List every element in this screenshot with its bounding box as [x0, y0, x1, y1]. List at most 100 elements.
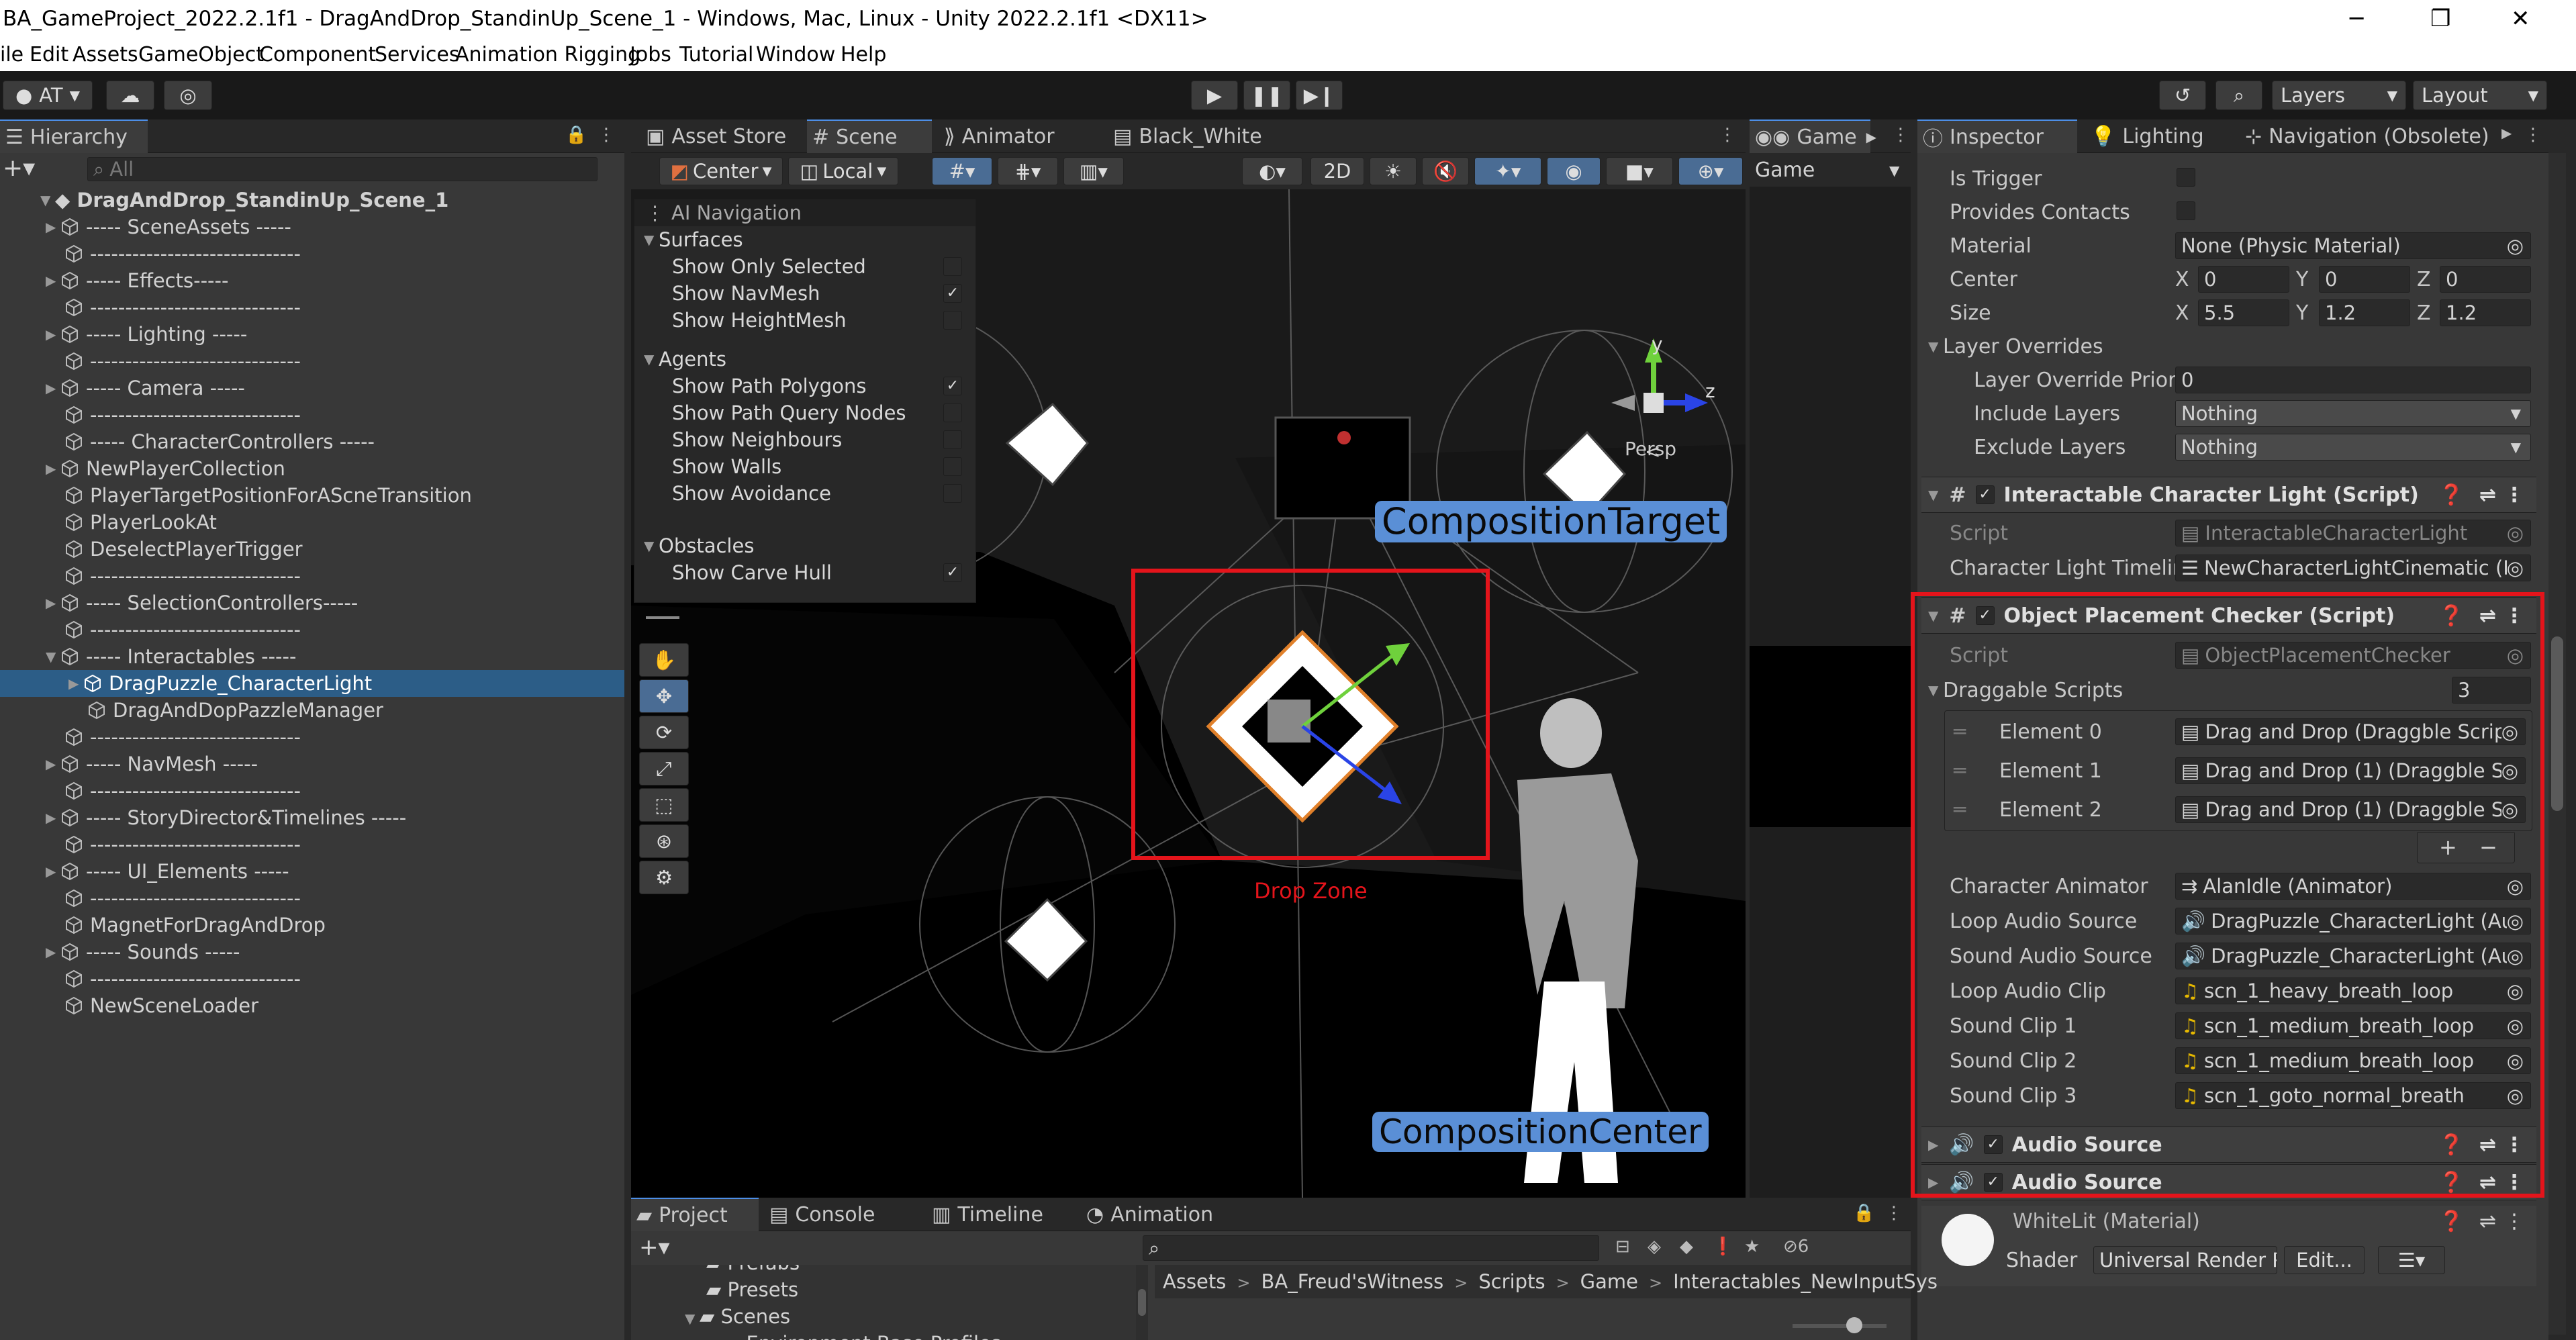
checker-field[interactable]: ♫ scn_1_goto_normal_breath ◎	[2175, 1082, 2531, 1109]
hierarchy-item[interactable]: ▶ ----- UI_Elements -----	[0, 858, 624, 885]
breadcrumb-item[interactable]: Game	[1580, 1270, 1638, 1293]
menu-help[interactable]: Help	[841, 43, 886, 66]
draggable-scripts-count[interactable]: 3	[2452, 677, 2531, 704]
checker-field[interactable]: 🔊 DragPuzzle_CharacterLight (Au ◎	[2175, 943, 2531, 969]
inspector-scrollbar[interactable]	[2548, 153, 2566, 1335]
hierarchy-item[interactable]: ------------------------------	[0, 616, 624, 643]
hierarchy-item[interactable]: ▶ ----- Effects-----	[0, 267, 624, 294]
hierarchy-search-input[interactable]: ⌕ All	[87, 157, 598, 181]
more-icon[interactable]: ⋮	[1719, 125, 1736, 145]
edit-shader-button[interactable]: Edit...	[2284, 1246, 2365, 1274]
palette-grip[interactable]	[646, 616, 679, 619]
move-tool-button[interactable]: ✥	[639, 679, 689, 713]
overlay-option[interactable]: Show NavMesh ✓	[634, 280, 975, 307]
element-field[interactable]: ▤ Drag and Drop (Draggble Scrip ◎	[2175, 718, 2526, 745]
effects-toggle-button[interactable]: ✦▾	[1474, 157, 1541, 185]
hierarchy-item[interactable]: MagnetForDragAndDrop	[0, 912, 624, 939]
folder-item[interactable]: ▰ Presets	[706, 1278, 798, 1301]
breadcrumb-item[interactable]: Interactables_NewInputSys	[1673, 1270, 1938, 1293]
grid-snap-button[interactable]: #▾	[932, 157, 992, 185]
menu-jobs[interactable]: Jobs	[630, 43, 671, 66]
lighting-toggle-button[interactable]: ☀	[1370, 157, 1417, 185]
size-field[interactable]: 1.2	[2319, 299, 2410, 326]
include-layers-dropdown[interactable]: Nothing ▼	[2175, 400, 2531, 427]
audio-source-2-enabled-checkbox[interactable]: ✓	[1983, 1173, 2003, 1192]
help-icon[interactable]: ❓	[2439, 1171, 2464, 1194]
shader-dropdown[interactable]: Universal Render Pipeline▼	[2093, 1246, 2277, 1274]
hierarchy-item[interactable]: ▶ ----- SelectionControllers-----	[0, 589, 624, 616]
remove-element-button[interactable]: −	[2479, 834, 2497, 860]
shader-options-button[interactable]: ☰▾	[2378, 1246, 2445, 1274]
size-field[interactable]: 5.5	[2198, 299, 2289, 326]
agents-section[interactable]: ▼ Agents	[634, 346, 975, 373]
more-icon[interactable]: ⋮	[2504, 1133, 2524, 1157]
hierarchy-item[interactable]: DragAndDopPazzleManager	[0, 697, 624, 724]
hierarchy-item[interactable]: ------------------------------	[0, 831, 624, 858]
object-picker-icon[interactable]: ◎	[2506, 1049, 2524, 1072]
hierarchy-item[interactable]: ------------------------------	[0, 348, 624, 375]
account-button[interactable]: ● AT ▼	[3, 81, 93, 110]
object-picker-icon[interactable]: ◎	[2506, 979, 2524, 1002]
rotate-tool-button[interactable]: ⟳	[639, 716, 689, 749]
help-icon[interactable]: ❓	[2439, 1133, 2464, 1157]
tab-scene[interactable]: # Scene	[807, 119, 932, 153]
folder-item[interactable]: ▰ Environment Base Profiles	[725, 1332, 1001, 1340]
scale-tool-button[interactable]: ⤢	[639, 752, 689, 785]
checker-field[interactable]: ♫ scn_1_medium_breath_loop ◎	[2175, 1047, 2531, 1074]
hierarchy-item[interactable]: ▶ ----- Sounds -----	[0, 939, 624, 965]
zoom-slider-thumb[interactable]	[1846, 1317, 1862, 1333]
overlay-option[interactable]: Show HeightMesh	[634, 307, 975, 334]
hidden-packages-toggle[interactable]: ⊘6	[1783, 1237, 1809, 1257]
provides-contacts-checkbox[interactable]	[2177, 201, 2195, 220]
hierarchy-item[interactable]: ------------------------------	[0, 240, 624, 267]
hierarchy-item[interactable]: ▶ ----- SceneAssets -----	[0, 213, 624, 240]
tab-asset-store[interactable]: ▣ Asset Store	[640, 119, 802, 153]
expand-arrow-icon[interactable]: ▶	[46, 326, 60, 342]
more-icon[interactable]: ⋮	[1892, 125, 1909, 145]
audio-toggle-button[interactable]: 🔇	[1422, 157, 1469, 185]
drag-handle-icon[interactable]: ═	[1954, 756, 1966, 785]
object-picker-icon[interactable]: ◎	[2507, 234, 2524, 257]
tab-timeline[interactable]: ▥ Timeline	[926, 1198, 1065, 1231]
breadcrumb-item[interactable]: Scripts	[1478, 1270, 1545, 1293]
expand-arrow-icon[interactable]: ▶	[68, 675, 83, 691]
add-icon[interactable]: +▾	[3, 154, 35, 182]
collab-button[interactable]: ◎	[164, 81, 212, 110]
expand-arrow-icon[interactable]: ▶	[46, 863, 60, 879]
space-mode-dropdown[interactable]: ◫ Local ▼	[788, 157, 898, 185]
gizmos-button[interactable]: ⊕▾	[1678, 157, 1743, 185]
log-icon[interactable]: ❗	[1712, 1237, 1733, 1257]
more-icon[interactable]: ⋮	[2524, 125, 2542, 145]
audio-source-header-2[interactable]: ▶ 🔊 ✓ Audio Source ❓ ⇌ ⋮	[1921, 1164, 2536, 1200]
object-picker-icon[interactable]: ◎	[2506, 1014, 2524, 1037]
play-button[interactable]: ▶	[1191, 81, 1238, 110]
expand-arrow-icon[interactable]: ▶	[46, 219, 60, 235]
expand-arrow-icon[interactable]: ▶	[46, 273, 60, 289]
breadcrumb-item[interactable]: Assets	[1163, 1270, 1226, 1293]
gizmo-center-cube[interactable]	[1643, 393, 1664, 413]
hierarchy-item[interactable]: ▶ ----- NavMesh -----	[0, 751, 624, 777]
more-icon[interactable]: ⋮	[1885, 1203, 1903, 1223]
breadcrumb-item[interactable]: BA_Freud'sWitness	[1261, 1270, 1444, 1293]
close-button[interactable]: ✕	[2511, 5, 2530, 32]
object-picker-icon[interactable]: ◎	[2506, 875, 2524, 898]
minimize-button[interactable]: ─	[2350, 5, 2363, 32]
overlay-option-checkbox[interactable]	[943, 257, 962, 276]
help-icon[interactable]: ❓	[2439, 1210, 2464, 1233]
hierarchy-item[interactable]: ------------------------------	[0, 965, 624, 992]
draggable-scripts-foldout[interactable]: ▼ Draggable Scripts	[1928, 675, 2123, 705]
center-field[interactable]: 0	[2440, 266, 2531, 293]
favorite-icon[interactable]: ★	[1744, 1237, 1760, 1257]
overlay-option-checkbox[interactable]: ✓	[943, 563, 962, 582]
hierarchy-item[interactable]: ▶ ----- Lighting -----	[0, 321, 624, 348]
material-field[interactable]: None (Physic Material) ◎	[2175, 232, 2531, 259]
overlay-option-checkbox[interactable]	[943, 484, 962, 503]
game-view-render[interactable]	[1750, 646, 1911, 827]
menu-edit[interactable]: Edit	[30, 43, 68, 66]
object-picker-icon[interactable]: ◎	[2501, 720, 2518, 743]
tab-console[interactable]: ▤ Console	[764, 1198, 902, 1231]
project-tree-scroll-thumb[interactable]	[1138, 1289, 1146, 1316]
rect-tool-button[interactable]: ⬚	[639, 788, 689, 822]
overlay-option[interactable]: Show Walls	[634, 453, 975, 480]
step-button[interactable]: ▶❙	[1296, 81, 1343, 110]
